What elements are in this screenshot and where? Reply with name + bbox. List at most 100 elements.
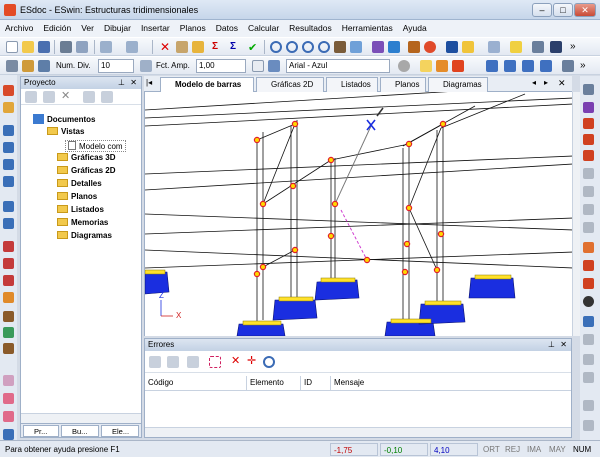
- tool-icon-10[interactable]: [3, 258, 14, 269]
- zoom-in-icon[interactable]: [286, 41, 298, 53]
- layers-icon[interactable]: [550, 41, 562, 53]
- properties-icon[interactable]: [192, 41, 204, 53]
- errors-close-icon[interactable]: ✕: [560, 339, 567, 351]
- errors-next-icon[interactable]: [167, 356, 179, 368]
- edit-icon[interactable]: [176, 41, 188, 53]
- tool-icon-8[interactable]: [3, 218, 14, 229]
- tool-icon-4[interactable]: [3, 142, 14, 153]
- num-div-input[interactable]: 10: [98, 59, 134, 73]
- errors-pin-icon[interactable]: ⊥: [548, 339, 555, 351]
- dimension-r-icon[interactable]: [540, 60, 552, 72]
- note-icon[interactable]: [420, 60, 432, 72]
- tool-icon-17[interactable]: [3, 393, 14, 404]
- rtool-icon-9[interactable]: [583, 222, 594, 233]
- tab-modelo-barras[interactable]: Modelo de barras: [160, 77, 254, 92]
- pan-icon[interactable]: [334, 41, 346, 53]
- structure-icon[interactable]: [388, 41, 400, 53]
- viewport-v-scrollbar[interactable]: [572, 92, 580, 336]
- toggle-icon[interactable]: [252, 60, 264, 72]
- table-icon[interactable]: [562, 60, 574, 72]
- fill-color-icon[interactable]: [436, 60, 448, 72]
- tool-icon-13[interactable]: [3, 311, 14, 322]
- sum-blue-icon[interactable]: Σ: [230, 41, 242, 53]
- tree-item-detalles[interactable]: Detalles: [57, 179, 102, 188]
- dimension-h-icon[interactable]: [486, 60, 498, 72]
- line-color-icon[interactable]: [452, 60, 464, 72]
- lightning-icon[interactable]: [462, 41, 474, 53]
- fct-amp-input[interactable]: 1,00: [196, 59, 246, 73]
- menu-herramientas[interactable]: Herramientas: [337, 20, 398, 36]
- menu-planos[interactable]: Planos: [175, 20, 211, 36]
- check-icon[interactable]: ✔: [248, 41, 260, 54]
- col-codigo[interactable]: Código: [145, 376, 247, 390]
- col-mensaje[interactable]: Mensaje: [331, 376, 559, 390]
- text-style-icon[interactable]: [268, 60, 280, 72]
- load-icon[interactable]: [446, 41, 458, 53]
- rtool-icon-7[interactable]: [583, 186, 594, 197]
- redo-icon[interactable]: [126, 41, 138, 53]
- menu-edicion[interactable]: Edición: [38, 20, 76, 36]
- eraser-icon[interactable]: [488, 41, 500, 53]
- undo-icon[interactable]: [100, 41, 112, 53]
- tab-graficas-2d[interactable]: Gráficas 2D: [256, 77, 324, 92]
- col-elemento[interactable]: Elemento: [247, 376, 301, 390]
- panel-close-icon[interactable]: ✕: [130, 77, 137, 89]
- errors-export-icon[interactable]: [187, 356, 199, 368]
- comment-icon[interactable]: [532, 41, 544, 53]
- tab-planos[interactable]: Planos: [380, 77, 426, 92]
- project-h-scrollbar[interactable]: [21, 413, 141, 423]
- section-icon[interactable]: [424, 41, 436, 53]
- tab-elementos[interactable]: Ele...: [101, 425, 139, 437]
- tool-icon-11[interactable]: [3, 275, 14, 286]
- tool-icon-15[interactable]: [3, 343, 14, 354]
- maximize-button[interactable]: □: [553, 3, 573, 17]
- menu-resultados[interactable]: Resultados: [284, 20, 337, 36]
- font-select[interactable]: Arial - Azul: [286, 59, 390, 73]
- zoom-out-icon[interactable]: [302, 41, 314, 53]
- home-view-icon[interactable]: [350, 41, 362, 53]
- highlighter-icon[interactable]: [510, 41, 522, 53]
- tab-listados[interactable]: Listados: [326, 77, 378, 92]
- project-new-icon[interactable]: [25, 91, 37, 103]
- tree-item-diagramas[interactable]: Diagramas: [57, 231, 112, 240]
- rtool-icon-17[interactable]: [583, 372, 594, 383]
- dimension-v-icon[interactable]: [504, 60, 516, 72]
- ruler-icon[interactable]: [22, 60, 34, 72]
- rtool-icon-11[interactable]: [583, 260, 594, 271]
- open-icon[interactable]: [22, 41, 34, 53]
- print-icon[interactable]: [60, 41, 72, 53]
- rtool-icon-1[interactable]: [583, 84, 594, 95]
- delete-icon[interactable]: ✕: [160, 41, 172, 53]
- print-preview-icon[interactable]: [76, 41, 88, 53]
- nodes-icon[interactable]: [372, 41, 384, 53]
- doc-close-icon[interactable]: ✕: [558, 78, 570, 90]
- tabs-scroll-left[interactable]: |◂: [146, 78, 158, 90]
- rtool-icon-12[interactable]: [583, 278, 594, 289]
- tree-item-documentos[interactable]: Documentos: [33, 114, 95, 124]
- sum-icon[interactable]: Σ: [212, 41, 224, 53]
- project-move-icon[interactable]: [83, 91, 95, 103]
- tab-diagramas[interactable]: Diagramas: [428, 77, 488, 92]
- structure-drawing[interactable]: Z X: [145, 92, 572, 336]
- minimize-button[interactable]: –: [532, 3, 552, 17]
- divisions-icon[interactable]: [38, 60, 50, 72]
- rtool-icon-14[interactable]: [583, 316, 594, 327]
- tool-icon-3[interactable]: [3, 125, 14, 136]
- rtool-icon-6[interactable]: [583, 168, 594, 179]
- project-delete-icon[interactable]: ✕: [61, 91, 73, 103]
- tool-icon-7[interactable]: [3, 201, 14, 212]
- rtool-icon-13[interactable]: [583, 296, 594, 307]
- rtool-icon-19[interactable]: [583, 420, 594, 431]
- rtool-icon-15[interactable]: [583, 334, 594, 345]
- tree-item-modelo[interactable]: Modelo com: [65, 140, 126, 152]
- menu-insertar[interactable]: Insertar: [136, 20, 175, 36]
- tool-icon-2[interactable]: [3, 102, 14, 113]
- rtool-icon-8[interactable]: [583, 204, 594, 215]
- menu-calcular[interactable]: Calcular: [243, 20, 284, 36]
- errors-locate-icon[interactable]: ✛: [247, 356, 259, 368]
- zoom-window-icon[interactable]: [270, 41, 282, 53]
- tool-icon-12[interactable]: [3, 292, 14, 303]
- tool-icon-1[interactable]: [3, 85, 14, 96]
- col-id[interactable]: ID: [301, 376, 331, 390]
- save-icon[interactable]: [38, 41, 50, 53]
